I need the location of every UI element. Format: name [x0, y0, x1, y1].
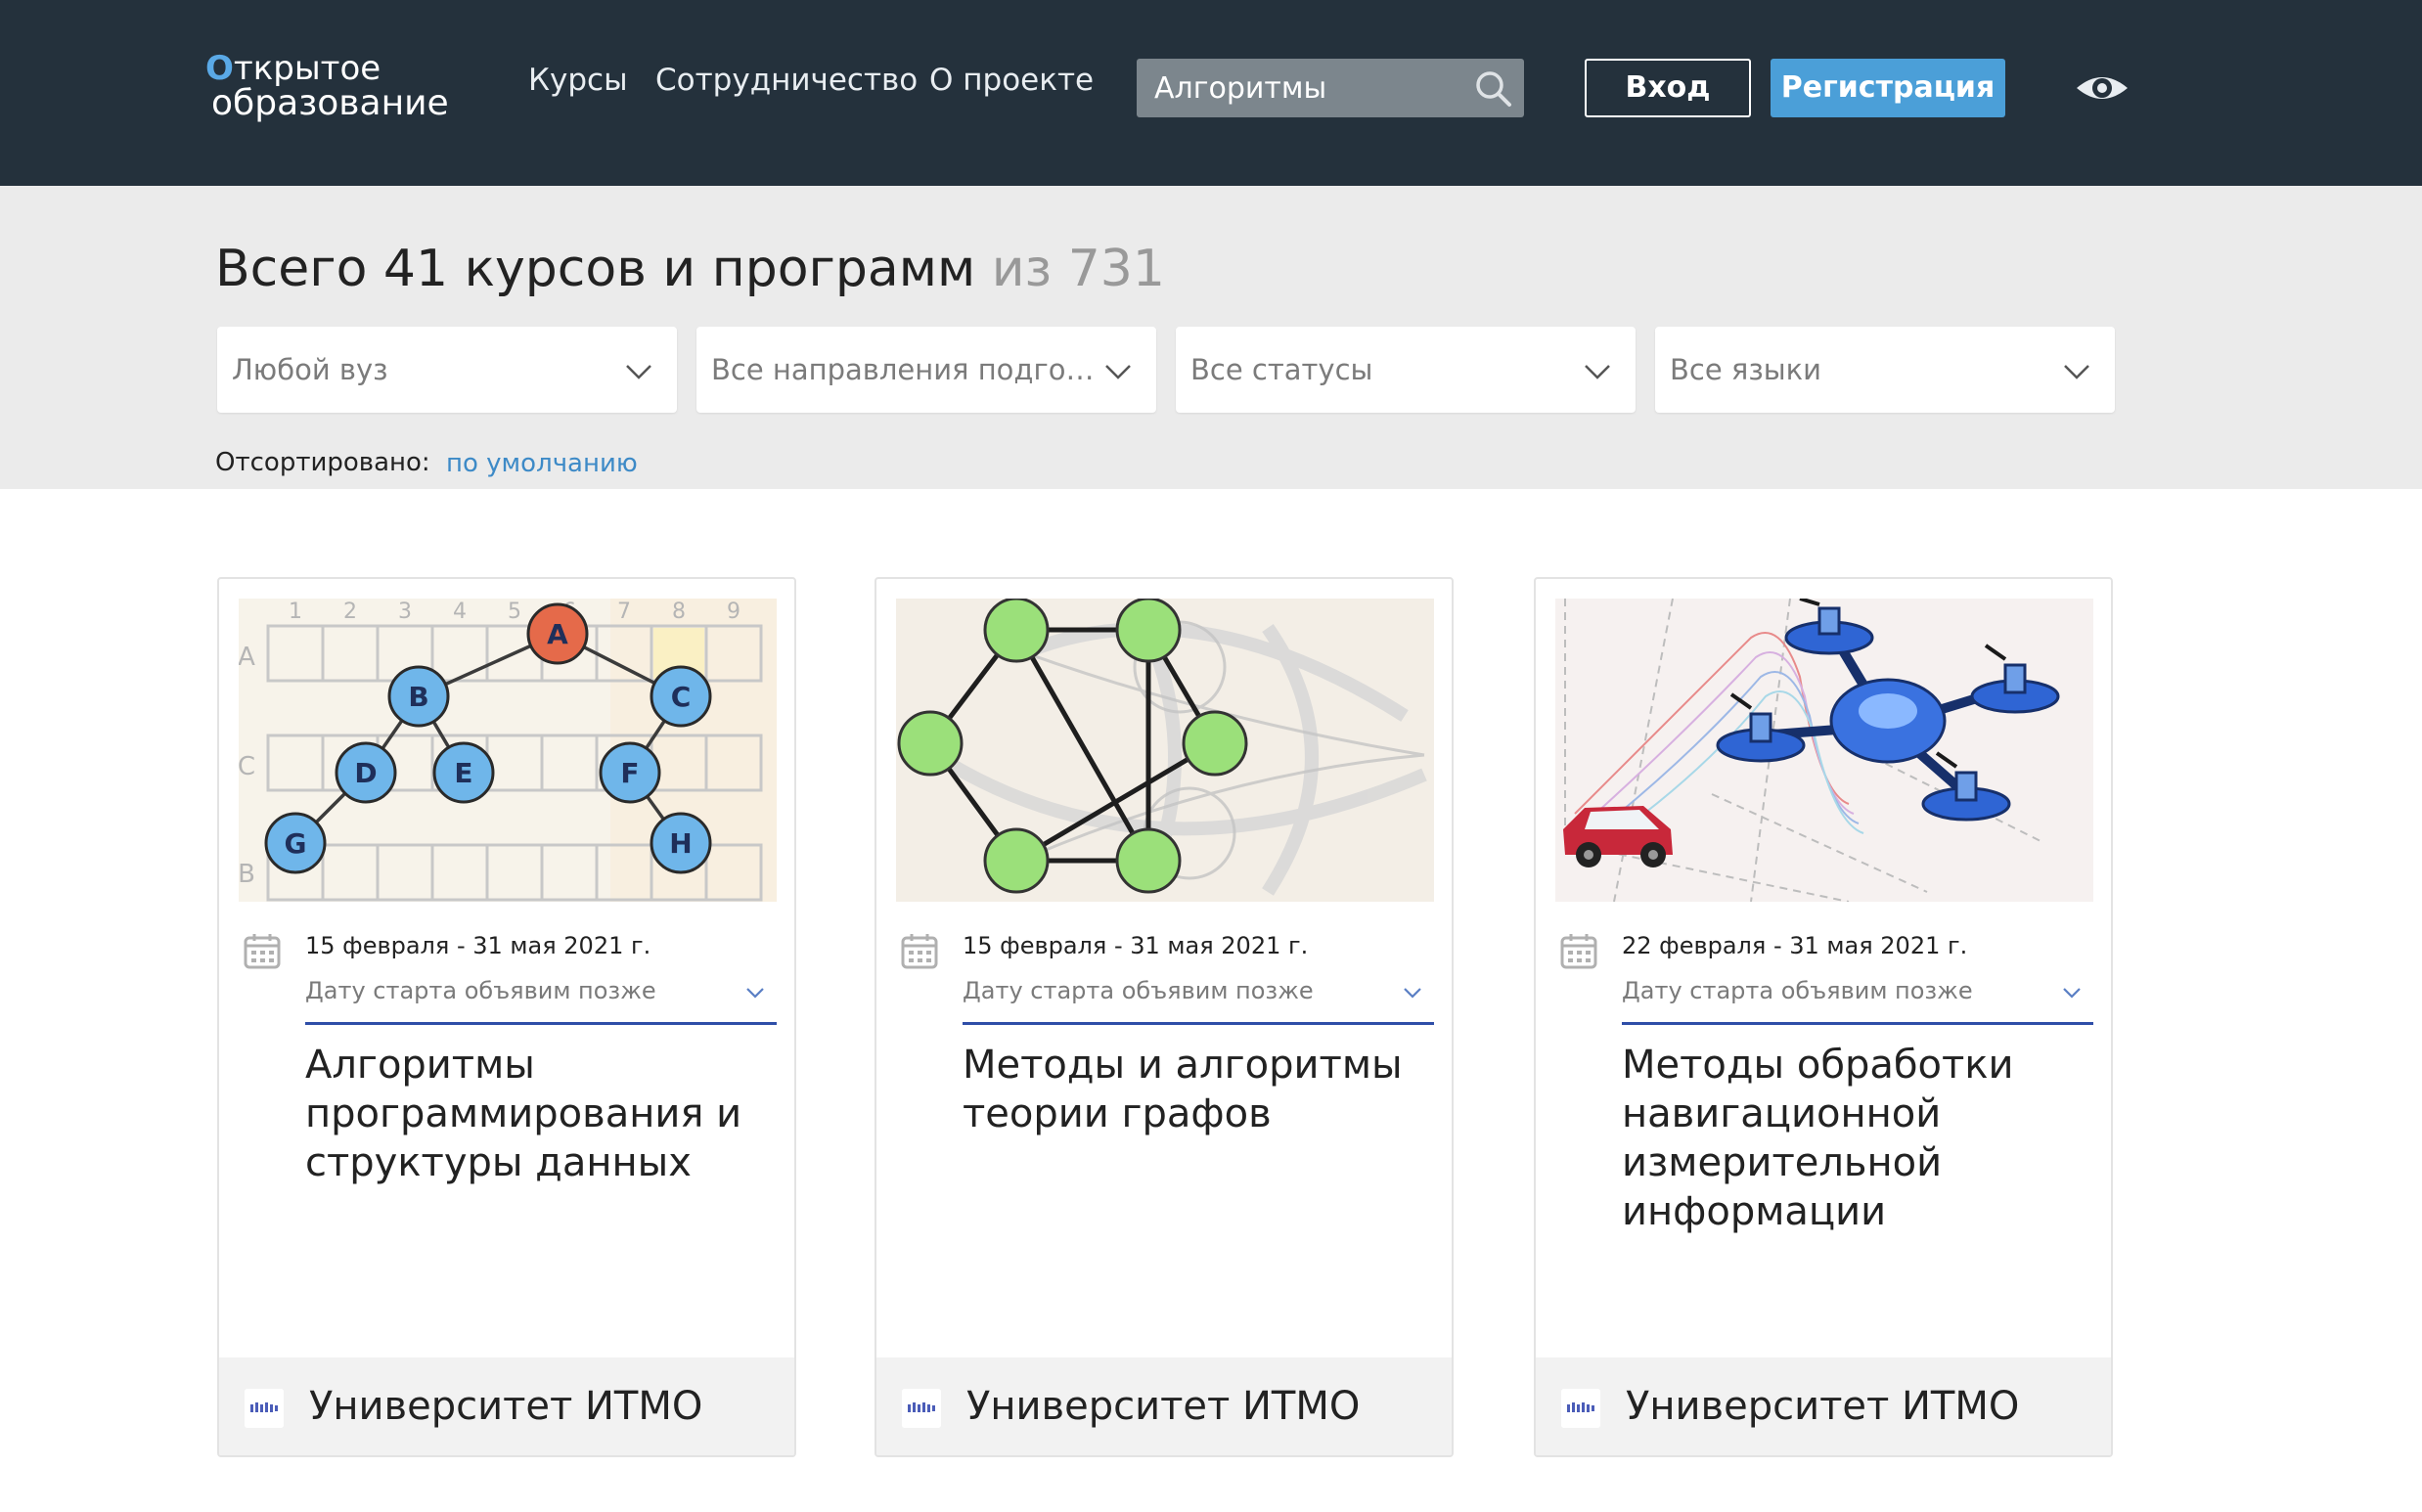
university-name[interactable]: Университет ИТМО: [966, 1381, 1360, 1432]
course-card[interactable]: 1 2 3 4 5 6 7 8 9 A C B: [217, 577, 796, 1457]
course-image[interactable]: [1555, 599, 2093, 902]
itmo-logo-icon: [1561, 1389, 1600, 1428]
course-card[interactable]: 22 февраля - 31 мая 2021 г. Дату старта …: [1534, 577, 2113, 1457]
register-button[interactable]: Регистрация: [1771, 59, 2005, 117]
chevron-down-icon: [2064, 365, 2089, 379]
start-date-label: Дату старта объявим позже: [305, 977, 656, 1004]
filter-university[interactable]: Любой вуз: [217, 327, 677, 413]
filter-label: Все направления подготов...: [711, 353, 1102, 386]
course-image[interactable]: 1 2 3 4 5 6 7 8 9 A C B: [239, 599, 777, 902]
site-logo[interactable]: Открытое образование: [205, 49, 450, 127]
itmo-logo-icon: [245, 1389, 284, 1428]
chevron-down-icon: [626, 365, 651, 379]
grid-col-label: 2: [343, 600, 357, 624]
search-icon[interactable]: [1471, 67, 1514, 110]
course-dates: 22 февраля - 31 мая 2021 г.: [1622, 932, 1968, 959]
university-name[interactable]: Университет ИТМО: [309, 1381, 702, 1432]
chevron-down-icon: [1404, 988, 1421, 999]
course-title[interactable]: Методы и алгоритмы теории графов: [963, 1041, 1434, 1138]
course-image[interactable]: [896, 599, 1434, 902]
chevron-down-icon: [2063, 988, 2081, 999]
search-box: [1137, 59, 1524, 117]
drone-illustration: [1555, 599, 2093, 902]
card-footer: Университет ИТМО: [219, 1357, 794, 1455]
graph-node-label: G: [285, 827, 307, 860]
chevron-down-icon: [1105, 365, 1131, 379]
filter-label: Любой вуз: [232, 353, 388, 386]
chevron-down-icon: [746, 988, 764, 999]
grid-col-label: 5: [508, 600, 521, 624]
start-date-dropdown[interactable]: Дату старта объявим позже: [305, 974, 777, 1025]
filter-label: Все статусы: [1190, 353, 1373, 386]
graph-node-label: B: [408, 681, 428, 713]
course-dates: 15 февраля - 31 мая 2021 г.: [305, 932, 651, 959]
card-footer: Университет ИТМО: [876, 1357, 1452, 1455]
search-input[interactable]: [1154, 67, 1448, 110]
course-card[interactable]: 15 февраля - 31 мая 2021 г. Дату старта …: [875, 577, 1454, 1457]
filter-language[interactable]: Все языки: [1655, 327, 2115, 413]
graph-node-label: D: [354, 757, 377, 789]
graph-node-label: E: [454, 757, 472, 789]
start-date-dropdown[interactable]: Дату старта объявим позже: [963, 974, 1434, 1025]
grid-row-label: A: [239, 643, 255, 672]
eye-icon[interactable]: [2074, 65, 2130, 111]
start-date-dropdown[interactable]: Дату старта объявим позже: [1622, 974, 2093, 1025]
grid-col-label: 1: [289, 600, 302, 624]
graph-node-label: A: [547, 618, 568, 650]
start-date-label: Дату старта объявим позже: [963, 977, 1314, 1004]
graph-node-label: C: [671, 681, 692, 713]
calendar-icon: [901, 934, 938, 969]
site-header: Открытое образование Курсы Сотрудничеств…: [0, 0, 2422, 186]
tree-graph-illustration: 1 2 3 4 5 6 7 8 9 A C B: [239, 599, 777, 902]
course-dates: 15 февраля - 31 мая 2021 г.: [963, 932, 1309, 959]
filter-label: Все языки: [1670, 353, 1822, 386]
graph-node-label: H: [669, 827, 692, 860]
grid-col-label: 8: [672, 600, 686, 624]
start-date-label: Дату старта объявим позже: [1622, 977, 1973, 1004]
nav-cooperation[interactable]: Сотрудничество: [655, 61, 918, 100]
card-footer: Университет ИТМО: [1536, 1357, 2111, 1455]
course-title[interactable]: Методы обработки навигационной измерител…: [1622, 1041, 2093, 1236]
sort-label: Отсортировано:: [215, 448, 430, 477]
sort-option[interactable]: по умолчанию: [446, 446, 638, 481]
filter-direction[interactable]: Все направления подготов...: [696, 327, 1156, 413]
nav-about[interactable]: О проекте: [929, 61, 1094, 100]
nav-courses[interactable]: Курсы: [528, 61, 628, 100]
course-title[interactable]: Алгоритмы программирования и структуры д…: [305, 1041, 777, 1187]
chevron-down-icon: [1585, 365, 1610, 379]
graph-node-label: F: [620, 757, 639, 789]
grid-col-label: 7: [617, 600, 631, 624]
itmo-logo-icon: [902, 1389, 941, 1428]
calendar-icon: [244, 934, 281, 969]
grid-col-label: 3: [398, 600, 412, 624]
calendar-icon: [1560, 934, 1597, 969]
filter-status[interactable]: Все статусы: [1176, 327, 1636, 413]
grid-col-label: 4: [453, 600, 467, 624]
university-name[interactable]: Университет ИТМО: [1626, 1381, 2019, 1432]
results-heading: Всего 41 курсов и программ из 731: [215, 240, 1165, 298]
grid-col-label: 9: [727, 600, 740, 624]
grid-row-label: B: [239, 860, 255, 889]
logo-line2: образование: [211, 83, 449, 123]
grid-row-label: C: [239, 752, 255, 781]
login-button[interactable]: Вход: [1585, 59, 1751, 117]
graph-network-illustration: [896, 599, 1434, 902]
